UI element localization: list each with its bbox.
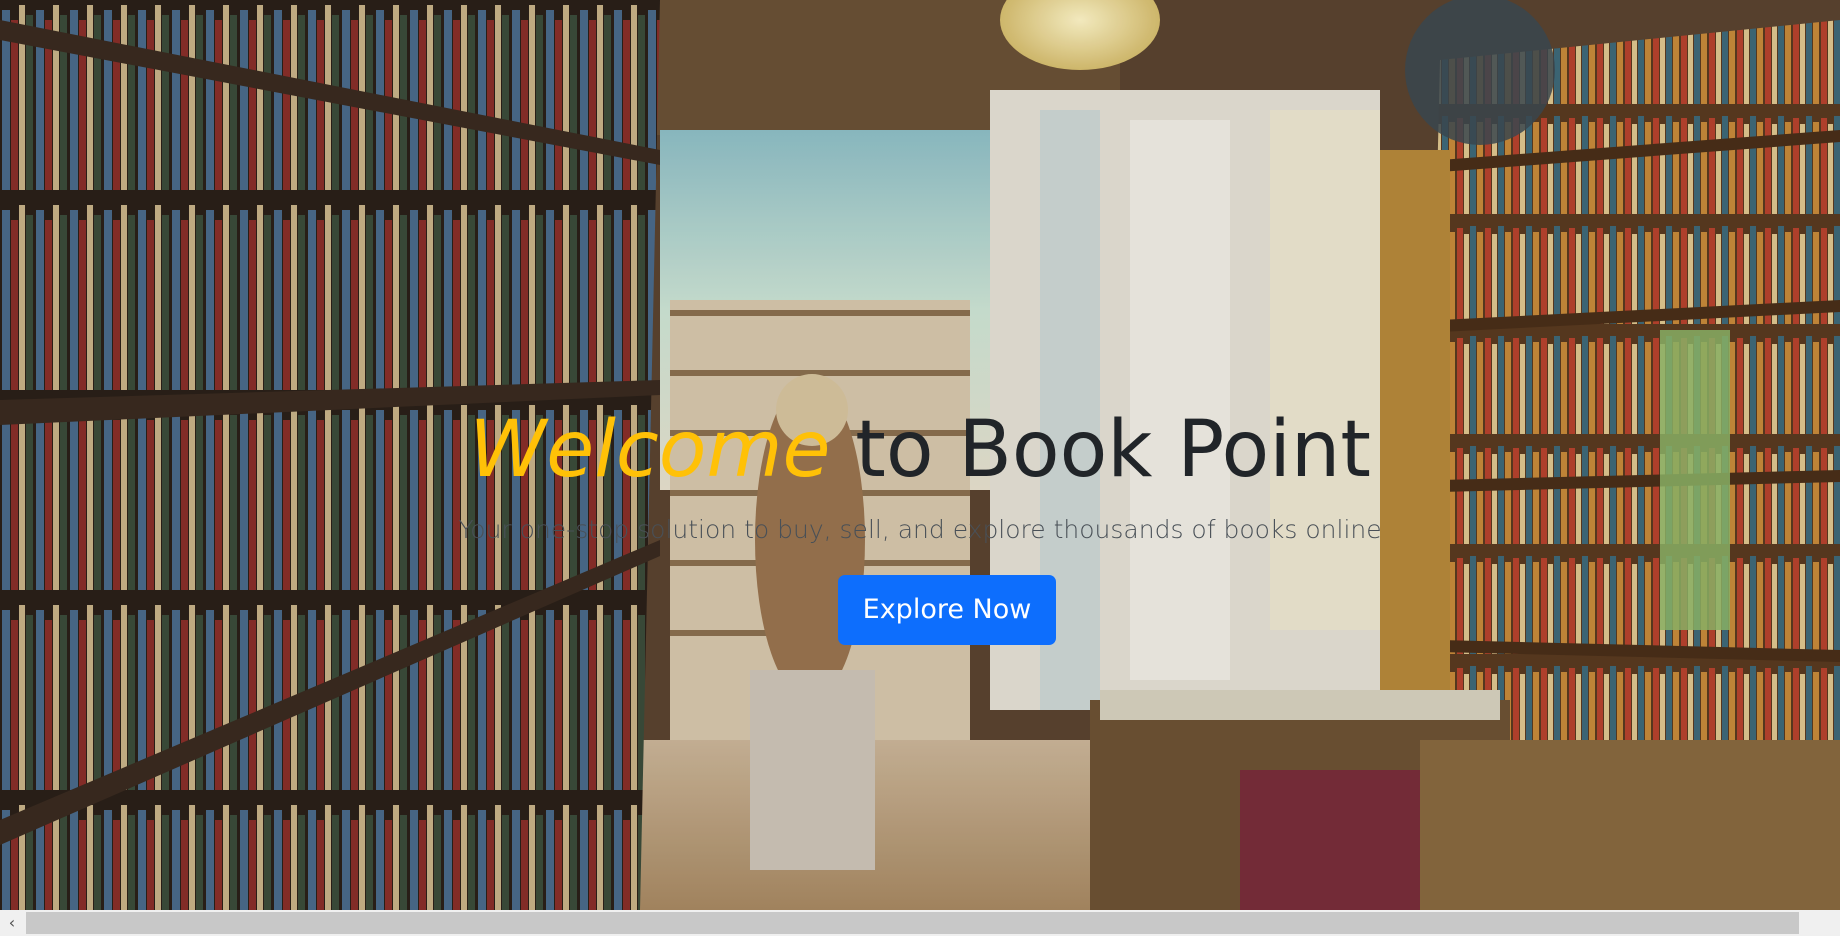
- hero-headline: Welcome to Book Point: [0, 400, 1840, 500]
- headline-accent: Welcome: [469, 405, 831, 495]
- horizontal-scrollbar[interactable]: ‹: [0, 910, 1840, 936]
- headline-rest: to Book Point: [830, 405, 1371, 495]
- hero-tagline: Your one-stop solution to buy, sell, and…: [458, 515, 1382, 544]
- scrollbar-thumb[interactable]: [26, 912, 1799, 934]
- scroll-left-arrow-icon[interactable]: ‹: [0, 910, 24, 936]
- explore-now-button[interactable]: Explore Now: [838, 575, 1056, 645]
- hero-content: Welcome to Book Point Your one-stop solu…: [0, 0, 1840, 910]
- hero-section: Welcome to Book Point Your one-stop solu…: [0, 0, 1840, 910]
